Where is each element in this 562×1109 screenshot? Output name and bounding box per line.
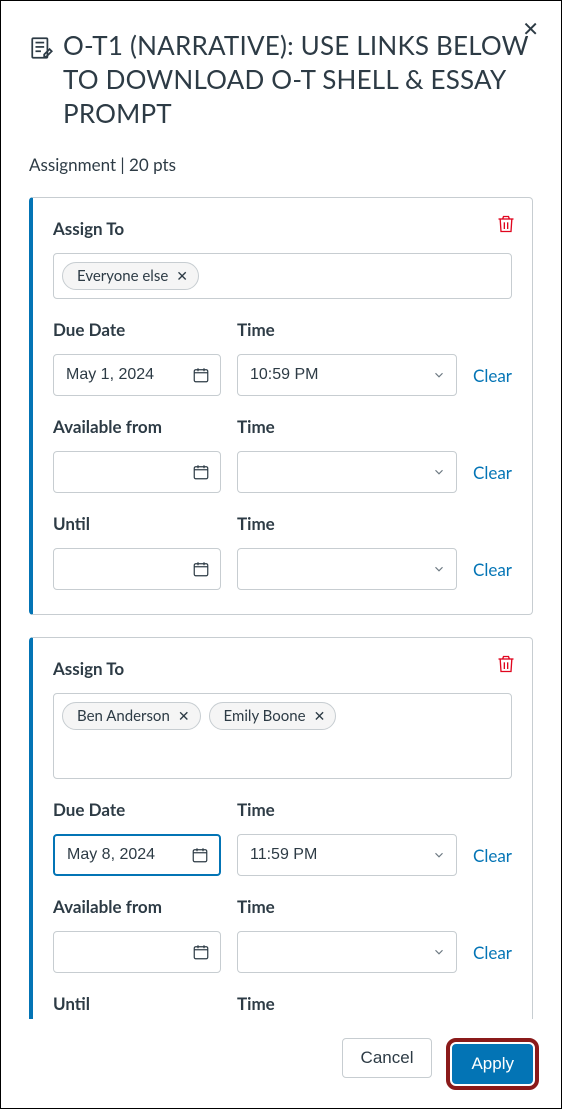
remove-assignee-icon[interactable]: ✕ <box>176 267 188 285</box>
clear-link[interactable]: Clear <box>473 365 512 396</box>
field-label: Time <box>237 513 457 534</box>
date-time-row: Available from Time Clear <box>53 896 512 973</box>
apply-highlight-ring: Apply <box>446 1038 539 1090</box>
clear-link[interactable]: Clear <box>473 559 512 590</box>
field-label: Time <box>237 319 457 340</box>
time-input[interactable] <box>238 355 456 395</box>
field-label: Time <box>237 993 512 1014</box>
time-column: Time <box>237 799 457 876</box>
assignee-box[interactable]: Everyone else ✕ <box>53 253 512 299</box>
cancel-button[interactable]: Cancel <box>342 1038 433 1078</box>
field-label: Time <box>237 799 457 820</box>
assignee-pill[interactable]: Ben Anderson ✕ <box>62 702 201 730</box>
remove-assignee-icon[interactable]: ✕ <box>178 707 190 725</box>
date-time-row-labels-only: Until Time <box>53 993 512 1014</box>
assignment-icon <box>29 35 55 61</box>
date-time-row: Due Date Time Clear <box>53 319 512 396</box>
time-input-wrap[interactable] <box>237 548 457 590</box>
date-time-row: Until Time Clear <box>53 513 512 590</box>
trash-icon[interactable] <box>496 654 516 674</box>
assignee-name: Ben Anderson <box>77 707 170 725</box>
date-column: Available from <box>53 416 221 493</box>
date-column: Due Date <box>53 319 221 396</box>
assignee-pill[interactable]: Emily Boone ✕ <box>209 702 337 730</box>
page-title: O-T1 (NARRATIVE): USE LINKS BELOW TO DOW… <box>63 29 533 130</box>
field-label: Available from <box>53 416 221 437</box>
date-input[interactable] <box>54 355 220 395</box>
time-column: Time <box>237 513 457 590</box>
assignee-name: Emily Boone <box>224 707 306 725</box>
apply-button[interactable]: Apply <box>452 1044 533 1084</box>
field-label: Due Date <box>53 319 221 340</box>
date-input-wrap[interactable] <box>53 354 221 396</box>
date-column: Available from <box>53 896 221 973</box>
field-label: Time <box>237 896 457 917</box>
date-column: Due Date <box>53 799 221 876</box>
assign-to-label: Assign To <box>53 218 512 239</box>
field-label: Time <box>237 416 457 437</box>
time-input-wrap[interactable] <box>237 451 457 493</box>
time-column: Time <box>237 896 457 973</box>
time-column: Time <box>237 416 457 493</box>
time-column: Time <box>237 319 457 396</box>
date-input[interactable] <box>54 932 220 972</box>
trash-icon[interactable] <box>496 214 516 234</box>
date-input[interactable] <box>54 549 220 589</box>
time-input[interactable] <box>238 452 456 492</box>
time-input-wrap[interactable] <box>237 834 457 876</box>
time-input[interactable] <box>238 835 456 875</box>
field-label: Due Date <box>53 799 221 820</box>
remove-assignee-icon[interactable]: ✕ <box>314 707 326 725</box>
assignee-box[interactable]: Ben Anderson ✕ Emily Boone ✕ <box>53 693 512 779</box>
time-input[interactable] <box>238 549 456 589</box>
field-label: Available from <box>53 896 221 917</box>
date-time-row: Due Date Time Clear <box>53 799 512 876</box>
date-input[interactable] <box>55 836 219 874</box>
date-input-wrap[interactable] <box>53 548 221 590</box>
assign-to-label: Assign To <box>53 658 512 679</box>
modal-tray: ✕ O-T1 (NARRATIVE): USE LINKS BELOW TO D… <box>0 0 562 1109</box>
assignment-subtitle: Assignment | 20 pts <box>29 154 533 175</box>
field-label: Until <box>53 993 221 1014</box>
date-input-wrap[interactable] <box>53 931 221 973</box>
assignee-pill[interactable]: Everyone else ✕ <box>62 262 199 290</box>
clear-link[interactable]: Clear <box>473 462 512 493</box>
date-column: Until <box>53 513 221 590</box>
date-input[interactable] <box>54 452 220 492</box>
assign-card: Assign To Ben Anderson ✕ Emily Boone ✕ Due Da… <box>29 637 533 1019</box>
time-input-wrap[interactable] <box>237 354 457 396</box>
footer: Cancel Apply <box>1 1019 561 1108</box>
clear-link[interactable]: Clear <box>473 942 512 973</box>
clear-link[interactable]: Clear <box>473 845 512 876</box>
header: ✕ O-T1 (NARRATIVE): USE LINKS BELOW TO D… <box>1 1 561 197</box>
date-input-wrap[interactable] <box>53 834 221 876</box>
scroll-area[interactable]: Assign To Everyone else ✕ Due Date Time Clear… <box>1 197 561 1019</box>
assignee-name: Everyone else <box>77 267 168 285</box>
close-icon[interactable]: ✕ <box>522 19 539 39</box>
field-label: Until <box>53 513 221 534</box>
date-time-row: Available from Time Clear <box>53 416 512 493</box>
assign-card: Assign To Everyone else ✕ Due Date Time Clear… <box>29 197 533 615</box>
date-input-wrap[interactable] <box>53 451 221 493</box>
time-input-wrap[interactable] <box>237 931 457 973</box>
time-input[interactable] <box>238 932 456 972</box>
